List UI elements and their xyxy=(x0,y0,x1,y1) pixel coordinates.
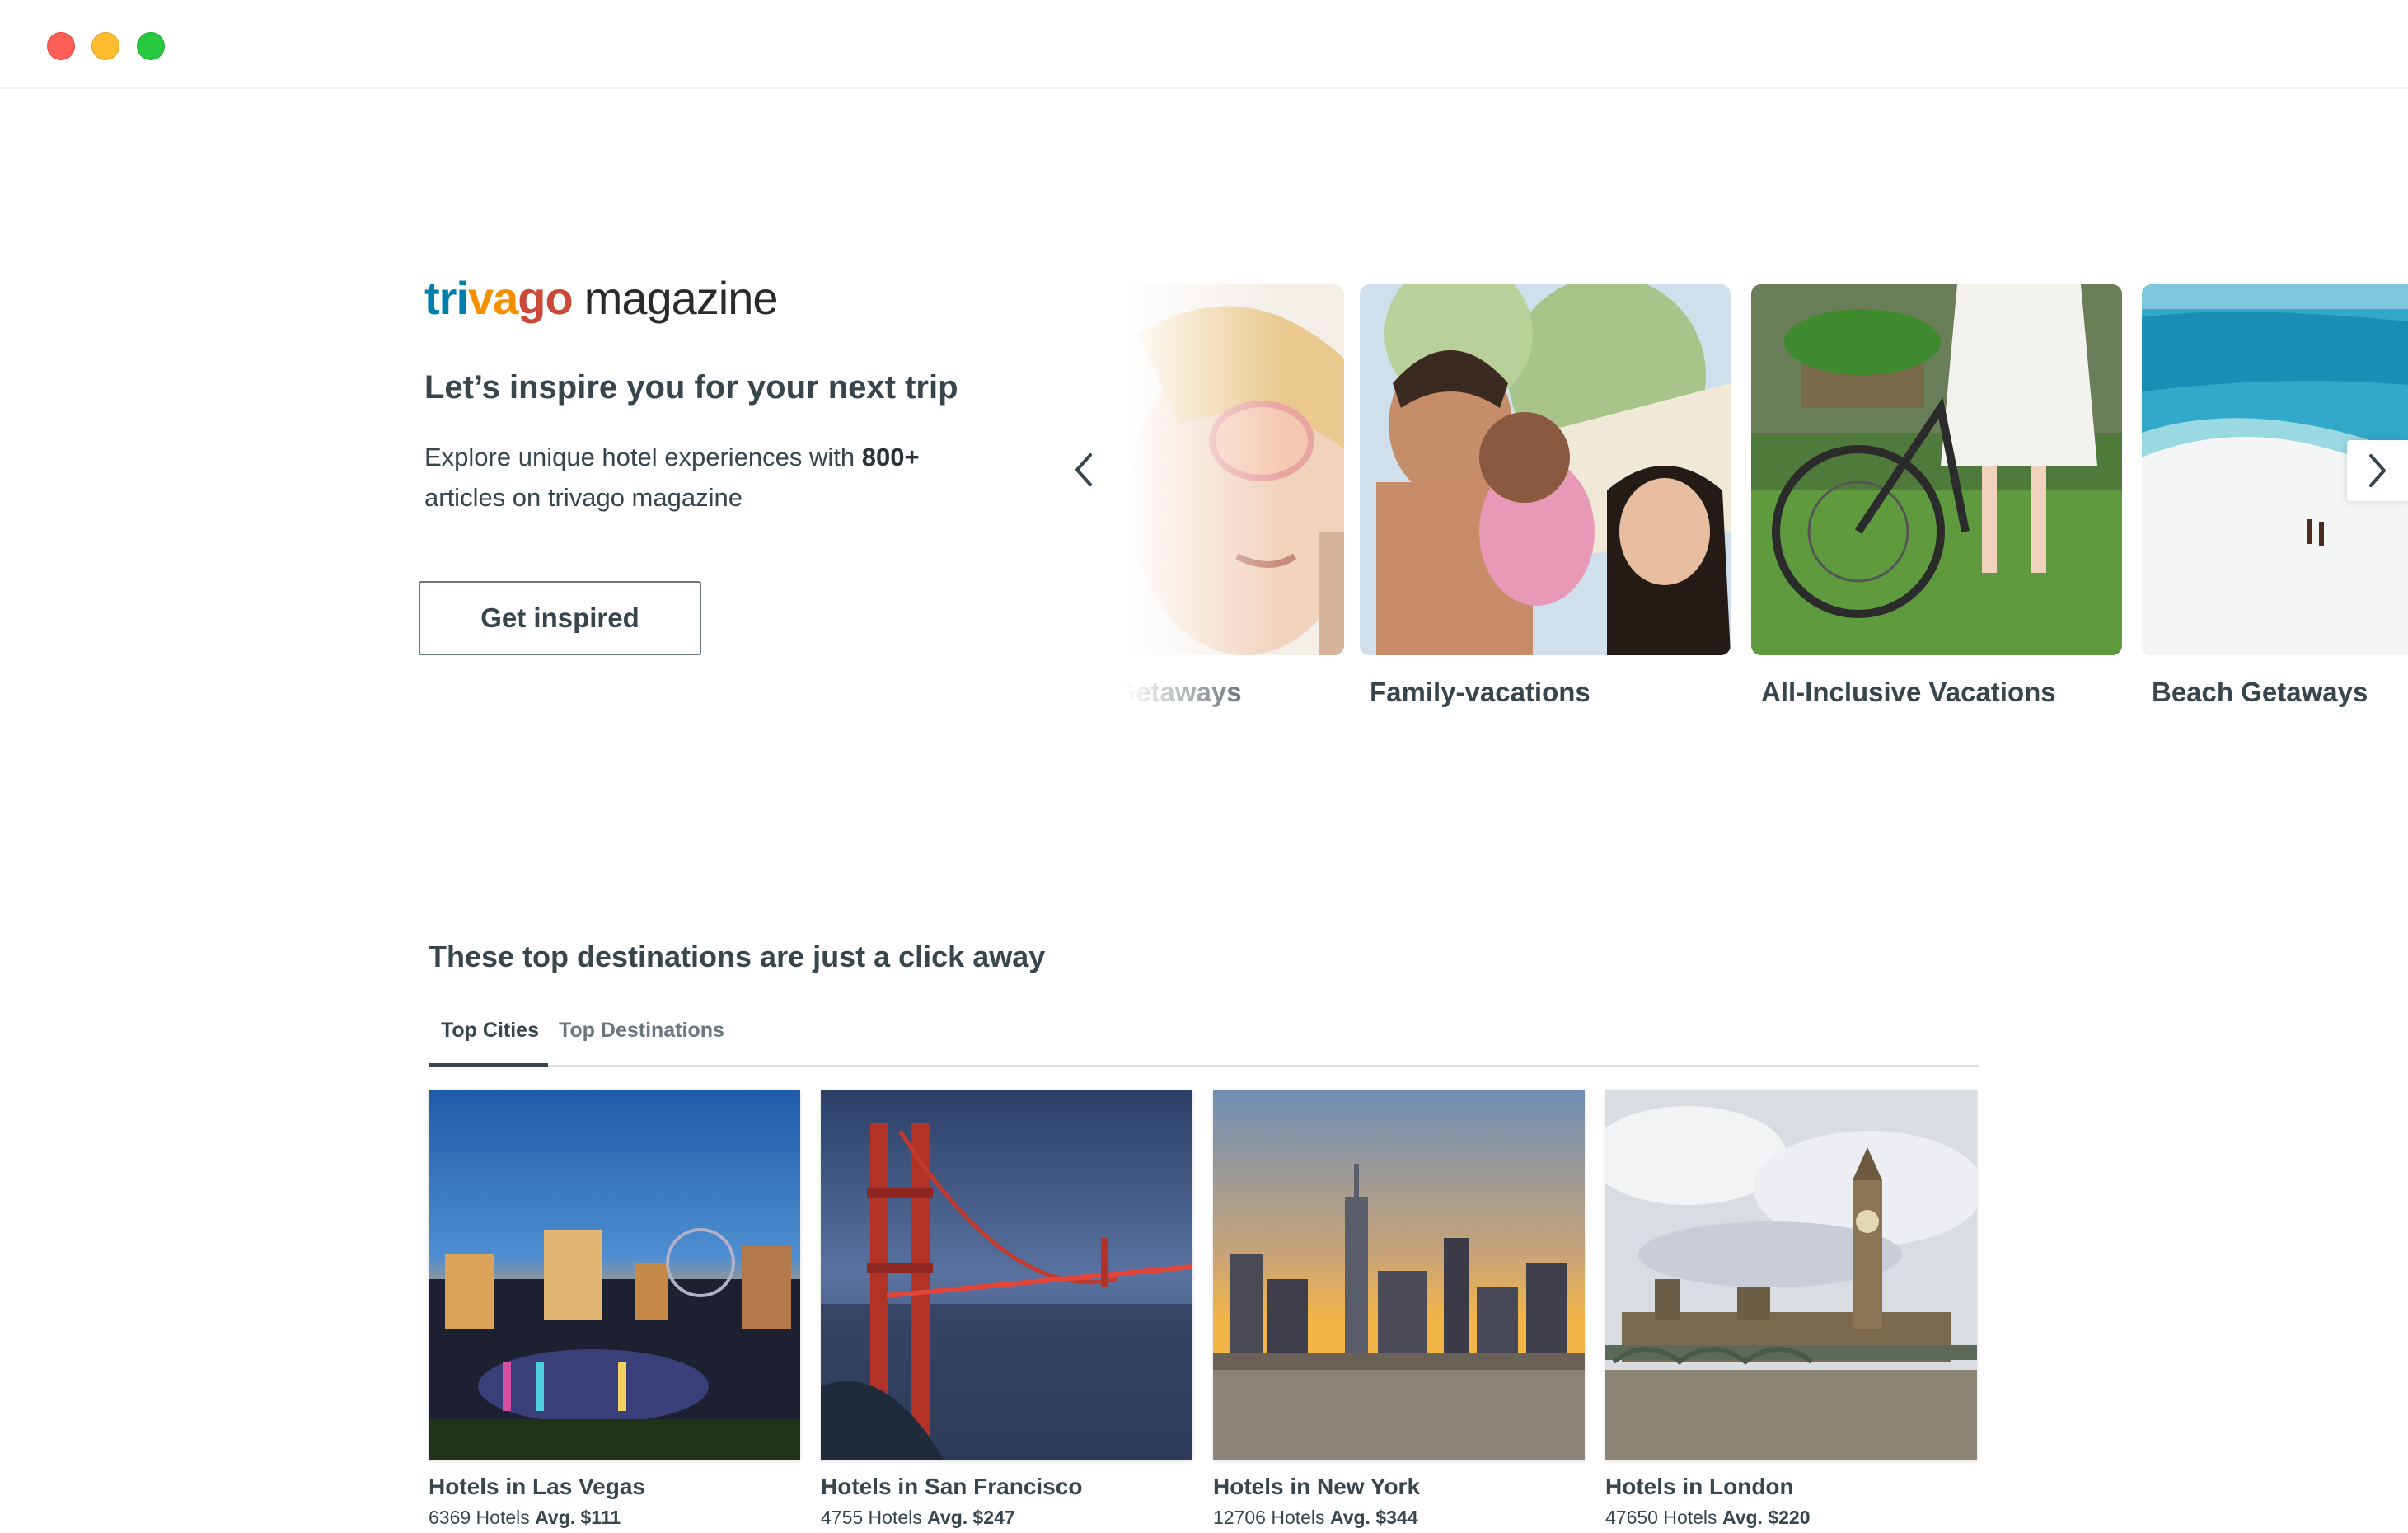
carousel-card-romantic[interactable]: Romantic Getaways xyxy=(1126,284,1344,708)
city-meta: 6369 Hotels Avg. $111 xyxy=(429,1507,800,1529)
city-card-london[interactable]: Hotels in London 47650 Hotels Avg. $220 xyxy=(1605,1090,1977,1529)
city-meta: 4755 Hotels Avg. $247 xyxy=(821,1507,1192,1529)
average-price: Avg. $220 xyxy=(1722,1507,1811,1528)
carousel-card-label: Romantic Getaways xyxy=(1126,677,1242,707)
city-card-las-vegas[interactable]: Hotels in Las Vegas 6369 Hotels Avg. $11… xyxy=(429,1090,800,1529)
city-card-san-francisco[interactable]: Hotels in San Francisco 4755 Hotels Avg.… xyxy=(821,1090,1192,1529)
destinations-tabs: Top Cities Top Destinations xyxy=(429,1007,1979,1067)
trivago-magazine-logo[interactable]: trivago magazine xyxy=(424,275,779,321)
window-titlebar xyxy=(0,0,2408,89)
city-meta: 47650 Hotels Avg. $220 xyxy=(1605,1507,1977,1529)
city-name[interactable]: Hotels in Las Vegas xyxy=(429,1474,800,1500)
carousel-card-label: All-Inclusive Vacations xyxy=(1761,677,2056,707)
carousel-next-button[interactable] xyxy=(2347,440,2408,501)
average-price: Avg. $111 xyxy=(535,1507,621,1528)
average-price: Avg. $247 xyxy=(927,1507,1015,1528)
hotel-count: 6369 Hotels xyxy=(429,1507,530,1528)
hotel-count: 47650 Hotels xyxy=(1605,1507,1717,1528)
active-tab-indicator xyxy=(429,1063,548,1067)
chevron-right-icon xyxy=(2369,454,2386,487)
carousel-prev-button[interactable] xyxy=(1063,445,1104,495)
destinations-title: These top destinations are just a click … xyxy=(429,940,1046,973)
carousel-card-all-inclusive[interactable]: All-Inclusive Vacations xyxy=(1751,284,2122,708)
city-name[interactable]: Hotels in London xyxy=(1605,1474,1977,1500)
minimize-window-button[interactable] xyxy=(91,32,119,60)
hotel-count: 4755 Hotels xyxy=(821,1507,922,1528)
hotel-count: 12706 Hotels xyxy=(1213,1507,1325,1528)
family-vacations-image xyxy=(1360,284,1731,655)
carousel-card-label: Beach Getaways xyxy=(2152,677,2368,707)
magazine-intro: Explore unique hotel experiences with 80… xyxy=(424,437,1001,518)
romantic-getaways-image xyxy=(1126,284,1344,655)
magazine-headline: Let’s inspire you for your next trip xyxy=(424,369,958,406)
tab-top-destinations[interactable]: Top Destinations xyxy=(559,1019,724,1043)
all-inclusive-vacations-image xyxy=(1751,284,2122,655)
carousel-card-family[interactable]: Family-vacations xyxy=(1360,284,1731,708)
intro-text-prefix: Explore unique hotel experiences with xyxy=(424,443,862,471)
average-price: Avg. $344 xyxy=(1329,1507,1418,1528)
london-image xyxy=(1605,1090,1977,1460)
new-york-image xyxy=(1213,1090,1585,1460)
get-inspired-button[interactable]: Get inspired xyxy=(419,581,701,655)
close-window-button[interactable] xyxy=(47,32,75,60)
article-count: 800+ xyxy=(861,443,920,471)
city-meta: 12706 Hotels Avg. $344 xyxy=(1213,1507,1585,1529)
chevron-left-icon xyxy=(1075,453,1092,486)
magazine-carousel: Romantic Getaways Family-vacations xyxy=(1126,284,2408,729)
city-card-new-york[interactable]: Hotels in New York 12706 Hotels Avg. $34… xyxy=(1213,1090,1585,1529)
maximize-window-button[interactable] xyxy=(137,32,165,60)
city-name[interactable]: Hotels in New York xyxy=(1213,1474,1585,1500)
tab-top-cities[interactable]: Top Cities xyxy=(441,1019,539,1043)
las-vegas-image xyxy=(429,1090,800,1460)
carousel-card-label: Family-vacations xyxy=(1370,677,1590,707)
intro-text-suffix: articles on trivago magazine xyxy=(424,483,743,512)
san-francisco-image xyxy=(821,1090,1192,1460)
city-name[interactable]: Hotels in San Francisco xyxy=(821,1474,1192,1500)
